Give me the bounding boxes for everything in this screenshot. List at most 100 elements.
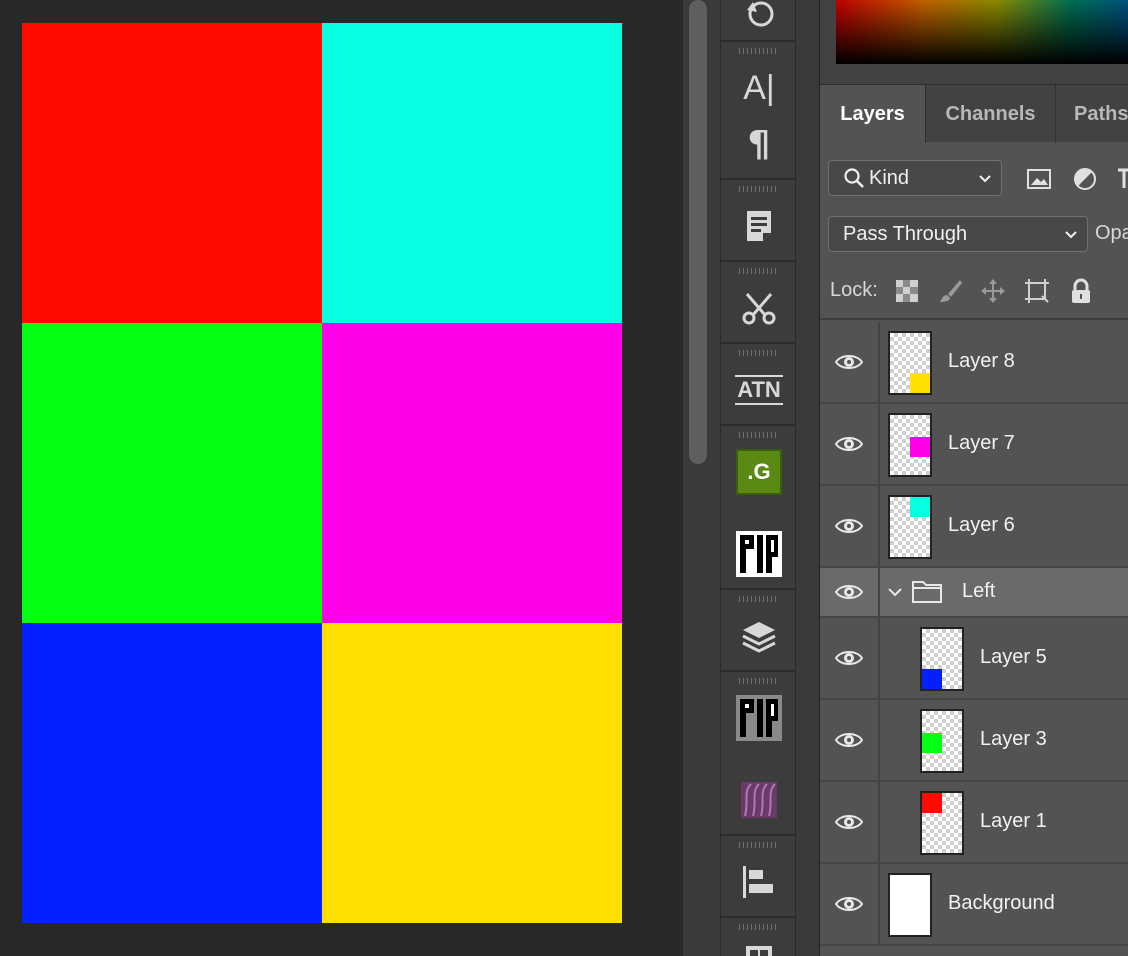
grip-handle[interactable] <box>739 48 779 54</box>
tab-channels[interactable]: Channels <box>926 85 1056 143</box>
lock-image-pixels-icon[interactable] <box>938 278 964 304</box>
tab-layers[interactable]: Layers <box>820 85 926 143</box>
layer-thumbnail[interactable] <box>920 791 964 855</box>
layer-thumbnail[interactable] <box>888 331 932 395</box>
layer-comps-button[interactable] <box>729 610 789 662</box>
layer-name[interactable]: Layer 5 <box>980 646 1047 669</box>
paragraph-button[interactable]: ¶ <box>729 118 789 170</box>
grip-handle[interactable] <box>739 924 779 930</box>
plugins-group: .G <box>721 426 797 590</box>
document-canvas-area[interactable] <box>0 0 683 956</box>
layer-thumbnail-swatch <box>922 669 942 689</box>
adjustment-layer-filter-icon[interactable] <box>1072 166 1098 192</box>
layer-thumbnail[interactable] <box>888 413 932 477</box>
pip-plugin-2-button[interactable] <box>729 692 789 744</box>
visibility-eye-icon[interactable] <box>820 864 880 944</box>
grip-handle[interactable] <box>739 596 779 602</box>
history-button[interactable] <box>729 0 789 38</box>
more-button[interactable] <box>729 934 789 956</box>
character-button[interactable]: A| <box>729 62 789 114</box>
type-group: A| ¶ <box>721 42 797 180</box>
visibility-eye-icon[interactable] <box>820 568 880 616</box>
align-group <box>721 836 797 918</box>
actions-button[interactable]: ATN <box>729 364 789 416</box>
lock-position-icon[interactable] <box>980 278 1006 304</box>
layers-list: Layer 8 Layer 7 Layer 6 Left Layer 5 Layer 3 L… <box>820 322 1128 956</box>
layer-thumbnail-swatch <box>910 373 930 393</box>
filter-kind-label: Kind <box>869 166 910 189</box>
type-layer-filter-icon[interactable] <box>1116 166 1128 192</box>
blend-mode-row: Pass Through Opa <box>820 212 1128 262</box>
tool-presets-button[interactable] <box>729 282 789 334</box>
blend-mode-label: Pass Through <box>843 222 968 245</box>
visibility-eye-icon[interactable] <box>820 322 880 402</box>
pip-icon <box>736 531 782 577</box>
chevron-down-icon[interactable] <box>886 583 904 606</box>
visibility-eye-icon[interactable] <box>820 782 880 862</box>
panel-icon-strip: A| ¶ ATN .G <box>720 0 797 956</box>
scrollbar-thumb[interactable] <box>689 0 707 464</box>
layer-filter-row: Kind <box>820 142 1128 212</box>
layer-name[interactable]: Layer 7 <box>948 432 1015 455</box>
photoshop-window: A| ¶ ATN .G Layers Channels Paths Kind P… <box>0 0 1128 956</box>
grip-handle[interactable] <box>739 678 779 684</box>
filter-kind-select[interactable]: Kind <box>828 160 1002 196</box>
layer-thumbnail[interactable] <box>888 495 932 559</box>
blend-mode-select[interactable]: Pass Through <box>828 216 1088 252</box>
layer-row[interactable]: Layer 3 <box>820 700 1128 782</box>
green-square <box>22 323 322 623</box>
layer-row[interactable]: Background <box>820 864 1128 946</box>
grip-handle[interactable] <box>739 186 779 192</box>
layer-group-row[interactable]: Left <box>820 568 1128 618</box>
pixel-layer-filter-icon[interactable] <box>1026 166 1052 192</box>
layer-comps-group <box>721 590 797 672</box>
layer-thumbnail[interactable] <box>920 709 964 773</box>
document-canvas[interactable] <box>22 23 622 923</box>
layer-row[interactable]: Layer 1 <box>820 782 1128 864</box>
layer-name[interactable]: Left <box>962 580 995 603</box>
chevron-down-icon <box>979 175 991 183</box>
grip-handle[interactable] <box>739 842 779 848</box>
visibility-eye-icon[interactable] <box>820 486 880 566</box>
layer-name[interactable]: Layer 1 <box>980 810 1047 833</box>
lock-all-icon[interactable] <box>1068 278 1094 304</box>
pip-icon-2 <box>736 695 782 741</box>
g-plugin-button[interactable]: .G <box>729 446 789 498</box>
tab-paths[interactable]: Paths <box>1056 85 1128 143</box>
magenta-square <box>322 323 622 623</box>
layer-row[interactable]: Layer 6 <box>820 486 1128 568</box>
grip-handle[interactable] <box>739 432 779 438</box>
g-plugin-label: .G <box>747 459 771 484</box>
history-group <box>721 0 797 42</box>
layer-thumbnail[interactable] <box>920 627 964 691</box>
history-icon <box>747 1 774 27</box>
layer-row[interactable]: Layer 5 <box>820 618 1128 700</box>
layer-name[interactable]: Background <box>948 892 1055 915</box>
layer-row[interactable]: Layer 8 <box>820 322 1128 404</box>
visibility-eye-icon[interactable] <box>820 404 880 484</box>
layer-name[interactable]: Layer 8 <box>948 350 1015 373</box>
search-icon <box>844 168 864 188</box>
layer-name[interactable]: Layer 3 <box>980 728 1047 751</box>
grip-handle[interactable] <box>739 268 779 274</box>
actions-group: ATN <box>721 344 797 426</box>
notes-icon <box>747 211 771 241</box>
grip-handle[interactable] <box>739 350 779 356</box>
layer-row[interactable]: Layer 7 <box>820 404 1128 486</box>
yellow-square <box>322 623 622 923</box>
pip-plugin-button[interactable] <box>729 528 789 580</box>
layer-thumbnail[interactable] <box>888 873 932 937</box>
visibility-eye-icon[interactable] <box>820 618 880 698</box>
align-button[interactable] <box>729 856 789 908</box>
visibility-eye-icon[interactable] <box>820 700 880 780</box>
lock-transparent-pixels-icon[interactable] <box>894 278 920 304</box>
layer-name[interactable]: Layer 6 <box>948 514 1015 537</box>
notes-button[interactable] <box>729 200 789 252</box>
color-spectrum[interactable] <box>836 0 1128 64</box>
texture-plugin-button[interactable] <box>729 774 789 826</box>
opacity-label: Opa <box>1095 222 1128 244</box>
table-icon <box>746 946 772 956</box>
lock-artboard-icon[interactable] <box>1024 278 1050 304</box>
panel-divider <box>796 0 820 956</box>
layers-panel: Layers Channels Paths Kind Pass Through … <box>820 0 1128 956</box>
